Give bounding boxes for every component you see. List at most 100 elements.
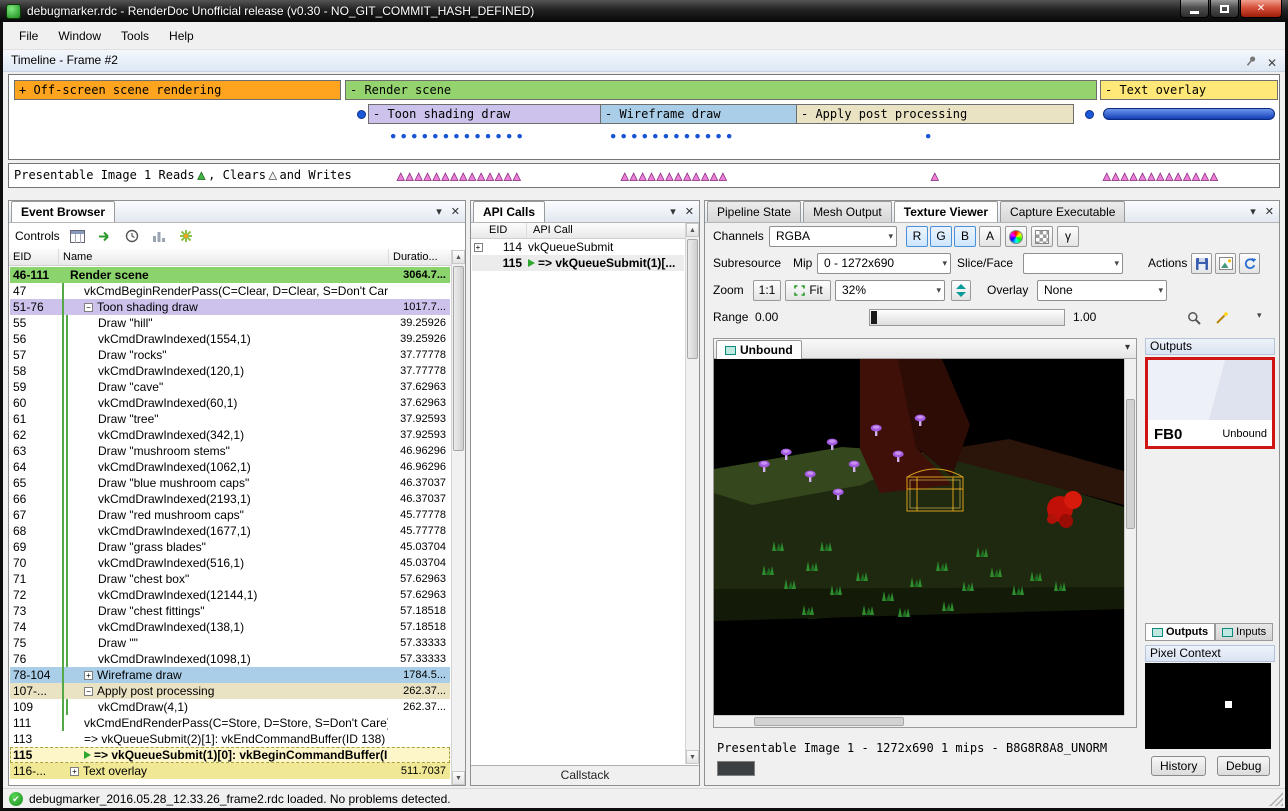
range-options-chevron-icon[interactable]: ▾: [1257, 310, 1262, 321]
panel-close-icon[interactable]: ✕: [685, 205, 694, 218]
maximize-button[interactable]: [1210, 0, 1239, 18]
flip-y-button[interactable]: [951, 280, 971, 301]
event-row[interactable]: 62vkCmdDrawIndexed(342,1)37.92593: [10, 427, 450, 443]
event-row[interactable]: 72vkCmdDrawIndexed(12144,1)57.62963: [10, 587, 450, 603]
menu-item-window[interactable]: Window: [48, 25, 111, 47]
timeline-bar-post-processing[interactable]: - Apply post processing: [796, 104, 1074, 124]
blue-channel-button[interactable]: B: [954, 226, 976, 247]
event-row[interactable]: 63Draw "mushroom stems"46.96296: [10, 443, 450, 459]
event-row[interactable]: 71Draw "chest box"57.62963: [10, 571, 450, 587]
refresh-button[interactable]: [1239, 253, 1260, 274]
green-channel-button[interactable]: G: [930, 226, 952, 247]
timeline-bar-wireframe[interactable]: - Wireframe draw: [600, 104, 797, 124]
event-row[interactable]: 55Draw "hill"39.25926: [10, 315, 450, 331]
api-calls-scrollbar[interactable]: ▲ ▼: [685, 223, 699, 764]
event-row[interactable]: 74vkCmdDrawIndexed(138,1)57.18518: [10, 619, 450, 635]
writes-markers-group[interactable]: ▲▲▲▲▲▲▲▲▲▲▲▲▲▲: [397, 165, 522, 187]
collapse-icon[interactable]: −: [84, 303, 93, 312]
tab-api-calls[interactable]: API Calls: [473, 201, 545, 222]
red-channel-button[interactable]: R: [906, 226, 928, 247]
timeline-chart[interactable]: + Off-screen scene rendering - Render sc…: [8, 74, 1280, 160]
event-row[interactable]: 78-104+Wireframe draw1784.5...: [10, 667, 450, 683]
panel-close-icon[interactable]: ✕: [451, 205, 460, 218]
event-row[interactable]: 51-76−Toon shading draw1017.7...: [10, 299, 450, 315]
color-wheel-button[interactable]: [1005, 226, 1027, 247]
expand-icon[interactable]: +: [84, 671, 93, 680]
timeline-bar-offscreen[interactable]: + Off-screen scene rendering: [14, 80, 341, 100]
stats-chart-icon[interactable]: [150, 228, 168, 245]
event-row[interactable]: 61Draw "tree"37.92593: [10, 411, 450, 427]
slice-face-select[interactable]: ▾: [1023, 253, 1123, 274]
timeline-close-icon[interactable]: ✕: [1267, 53, 1277, 74]
tab-texture-viewer[interactable]: Texture Viewer: [894, 201, 998, 222]
event-row[interactable]: 47vkCmdBeginRenderPass(C=Clear, D=Clear,…: [10, 283, 450, 299]
tab-mesh-output[interactable]: Mesh Output: [803, 201, 892, 222]
panel-menu-icon[interactable]: ▾: [670, 205, 676, 218]
find-event-icon[interactable]: [69, 228, 87, 245]
menu-item-help[interactable]: Help: [159, 25, 204, 47]
writes-markers-group[interactable]: ▲▲▲▲▲▲▲▲▲▲▲▲: [621, 165, 728, 187]
resize-grip[interactable]: [1269, 792, 1283, 806]
api-row[interactable]: +114vkQueueSubmit: [472, 239, 684, 255]
range-slider-thumb[interactable]: [871, 311, 877, 324]
event-row[interactable]: 111vkCmdEndRenderPass(C=Store, D=Store, …: [10, 715, 450, 731]
event-row[interactable]: 60vkCmdDrawIndexed(60,1)37.62963: [10, 395, 450, 411]
post-draw-dot[interactable]: ●: [925, 130, 936, 142]
pin-icon[interactable]: [1246, 53, 1257, 74]
time-durations-icon[interactable]: [123, 228, 141, 245]
panel-menu-icon[interactable]: ▾: [436, 205, 442, 218]
event-row[interactable]: 116-...+Text overlay511.7037: [10, 763, 450, 779]
panel-close-icon[interactable]: ✕: [1265, 205, 1274, 218]
range-slider[interactable]: [869, 309, 1065, 326]
pixel-context-view[interactable]: [1145, 663, 1271, 749]
autofit-range-button[interactable]: [1211, 307, 1233, 328]
close-button[interactable]: ✕: [1240, 0, 1282, 18]
debug-button[interactable]: Debug: [1217, 756, 1270, 776]
collapse-icon[interactable]: −: [84, 687, 93, 696]
event-row[interactable]: 57Draw "rocks"37.77778: [10, 347, 450, 363]
preview-vertical-scrollbar[interactable]: [1124, 359, 1136, 715]
save-texture-button[interactable]: [1191, 253, 1212, 274]
event-browser-scrollbar[interactable]: ▲ ▼: [451, 250, 465, 785]
event-row[interactable]: 113=> vkQueueSubmit(2)[1]: vkEndCommandB…: [10, 731, 450, 747]
expand-icon[interactable]: +: [70, 767, 79, 776]
scroll-down-icon[interactable]: ▼: [686, 750, 699, 764]
export-image-button[interactable]: [1215, 253, 1236, 274]
menu-item-file[interactable]: File: [9, 25, 48, 47]
event-row[interactable]: 68vkCmdDrawIndexed(1677,1)45.77778: [10, 523, 450, 539]
history-button[interactable]: History: [1151, 756, 1206, 776]
scrollbar-thumb[interactable]: [687, 239, 698, 359]
callstack-section[interactable]: Callstack: [471, 765, 699, 785]
mip-select[interactable]: 0 - 1272x690▾: [817, 253, 951, 274]
texture-image[interactable]: [714, 359, 1124, 715]
timeline-bar-render-scene[interactable]: - Render scene: [345, 80, 1097, 100]
event-browser-column-headers[interactable]: EID Name Duratio...: [9, 249, 465, 266]
event-row[interactable]: 56vkCmdDrawIndexed(1554,1)39.25926: [10, 331, 450, 347]
scrollbar-thumb[interactable]: [754, 717, 904, 726]
event-row[interactable]: 76vkCmdDrawIndexed(1098,1)57.33333: [10, 651, 450, 667]
gamma-button[interactable]: γ: [1057, 226, 1079, 247]
minimize-button[interactable]: [1180, 0, 1209, 18]
zoom-fit-button[interactable]: Fit: [785, 280, 831, 301]
event-row[interactable]: 65Draw "blue mushroom caps"46.37037: [10, 475, 450, 491]
toon-draw-dots[interactable]: ●●●●●●●●●●●●●: [390, 130, 527, 142]
event-row[interactable]: 107-...−Apply post processing262.37...: [10, 683, 450, 699]
timeline-bar-toon-shading[interactable]: - Toon shading draw: [368, 104, 601, 124]
event-row[interactable]: 75Draw ""57.33333: [10, 635, 450, 651]
writes-markers-group[interactable]: ▲: [931, 165, 940, 187]
scrollbar-thumb[interactable]: [453, 266, 464, 451]
texture-list-chevron-icon[interactable]: ▾: [1125, 342, 1130, 353]
event-row[interactable]: 73Draw "chest fittings"57.18518: [10, 603, 450, 619]
sidebar-tab-inputs[interactable]: Inputs: [1215, 623, 1273, 641]
timeline-bar-text-overlay[interactable]: - Text overlay: [1100, 80, 1278, 100]
zoom-percent-select[interactable]: 32%▾: [835, 280, 945, 301]
scrollbar-thumb[interactable]: [1126, 399, 1135, 529]
api-calls-column-headers[interactable]: EID API Call: [471, 223, 699, 239]
output-fb0-thumbnail[interactable]: FB0 Unbound: [1145, 357, 1275, 449]
bookmark-star-icon[interactable]: [177, 228, 195, 245]
scroll-up-icon[interactable]: ▲: [452, 250, 465, 264]
api-row[interactable]: 115=> vkQueueSubmit(1)[...: [472, 255, 684, 271]
expand-icon[interactable]: +: [474, 243, 483, 252]
checkerboard-background-button[interactable]: [1031, 226, 1053, 247]
tab-pipeline-state[interactable]: Pipeline State: [707, 201, 801, 222]
